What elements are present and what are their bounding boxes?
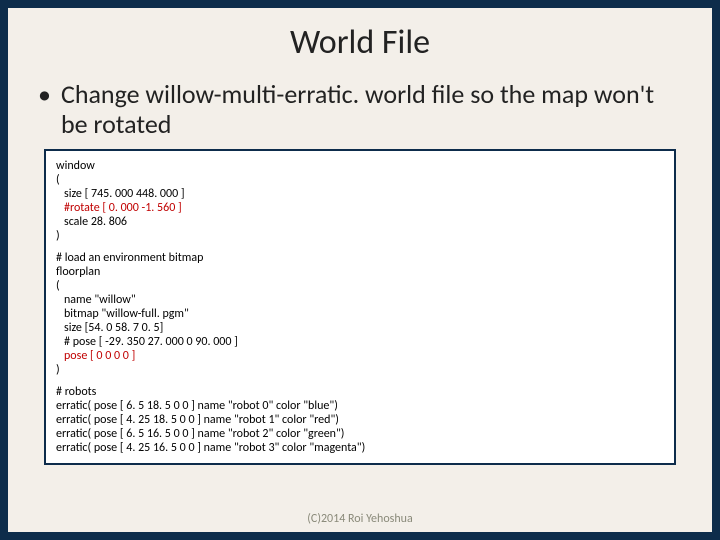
code-line: floorplan — [56, 265, 664, 279]
code-line-pose: pose [ 0 0 0 0 ] — [56, 349, 664, 363]
slide-frame: World File • Change willow-multi-erratic… — [0, 0, 720, 540]
code-line: ( — [56, 279, 664, 293]
footer-copyright: (C)2014 Roi Yehoshua — [8, 512, 712, 526]
code-line: # load an environment bitmap — [56, 251, 664, 265]
code-line: # pose [ -29. 350 27. 000 0 90. 000 ] — [56, 335, 664, 349]
code-line: scale 28. 806 — [56, 215, 664, 229]
bullet-dot: • — [38, 79, 51, 109]
code-line: ) — [56, 229, 664, 243]
bullet-text: Change willow-multi-erratic. world file … — [61, 79, 682, 139]
code-box: window ( size [ 745. 000 448. 000 ] #rot… — [44, 149, 676, 465]
bullet-row: • Change willow-multi-erratic. world fil… — [8, 69, 712, 145]
slide-title: World File — [8, 8, 712, 69]
code-line: erratic( pose [ 4. 25 16. 5 0 0 ] name "… — [56, 441, 664, 455]
code-line: # robots — [56, 385, 664, 399]
code-line: ) — [56, 363, 664, 377]
code-line: erratic( pose [ 6. 5 18. 5 0 0 ] name "r… — [56, 399, 664, 413]
code-line: erratic( pose [ 6. 5 16. 5 0 0 ] name "r… — [56, 427, 664, 441]
code-line: size [ 745. 000 448. 000 ] — [56, 187, 664, 201]
code-line: name "willow" — [56, 293, 664, 307]
code-line: bitmap "willow-full. pgm" — [56, 307, 664, 321]
code-line: erratic( pose [ 4. 25 18. 5 0 0 ] name "… — [56, 413, 664, 427]
code-line: ( — [56, 173, 664, 187]
slide-inner: World File • Change willow-multi-erratic… — [8, 8, 712, 532]
code-line-commented: #rotate [ 0. 000 -1. 560 ] — [56, 201, 664, 215]
code-line: window — [56, 159, 664, 173]
code-line: size [54. 0 58. 7 0. 5] — [56, 321, 664, 335]
